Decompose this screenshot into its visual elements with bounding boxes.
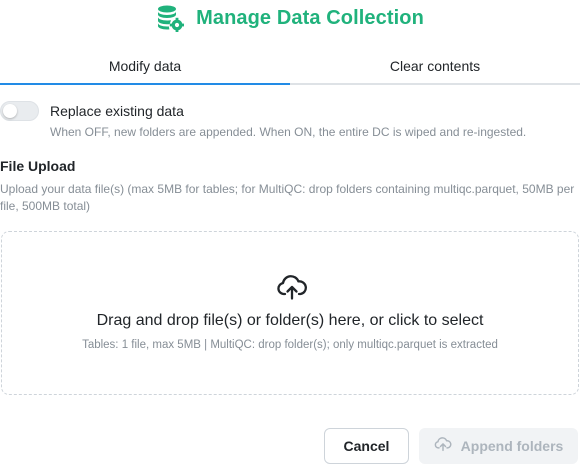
file-dropzone[interactable]: Drag and drop file(s) or folder(s) here,… [1,231,579,395]
replace-existing-data-label: Replace existing data [50,103,184,119]
dropzone-main-text: Drag and drop file(s) or folder(s) here,… [96,312,484,329]
cloud-upload-icon [276,275,308,306]
replace-data-row: Replace existing data [0,101,184,121]
modal-header: Manage Data Collection [0,4,580,32]
file-upload-description: Upload your data file(s) (max 5MB for ta… [0,182,575,213]
page-title: Manage Data Collection [196,6,424,29]
append-folders-button[interactable]: Append folders [419,428,578,464]
cloud-upload-icon [434,437,452,455]
file-upload-title: File Upload [0,158,76,174]
database-gear-icon [156,4,185,32]
manage-data-collection-modal: Manage Data Collection Modify data Clear… [0,0,580,464]
replace-existing-data-description: When OFF, new folders are appended. When… [50,125,527,139]
tab-clear-contents[interactable]: Clear contents [290,48,580,83]
tab-list: Modify data Clear contents [0,48,580,85]
replace-existing-data-switch[interactable] [0,101,39,121]
cancel-button[interactable]: Cancel [324,428,409,464]
switch-knob [3,104,17,118]
dropzone-hint-text: Tables: 1 file, max 5MB | MultiQC: drop … [82,339,498,351]
append-folders-label: Append folders [460,438,564,454]
tab-modify-data[interactable]: Modify data [0,48,290,85]
